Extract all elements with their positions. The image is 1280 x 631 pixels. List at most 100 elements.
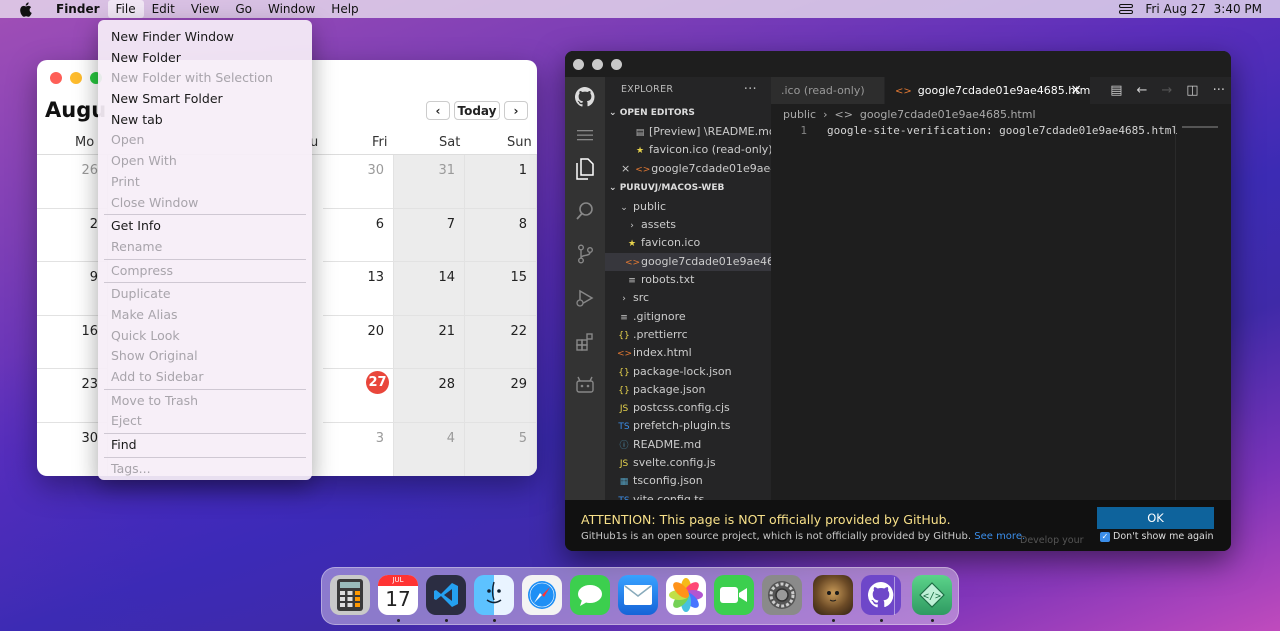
file-tree-item[interactable]: › src (605, 289, 771, 307)
messages-icon[interactable] (570, 575, 610, 615)
file-tree-item[interactable]: › assets (605, 216, 771, 234)
source-control-icon[interactable] (573, 242, 597, 266)
calendar-day-cell[interactable]: 31 (394, 155, 465, 209)
calendar-day-cell[interactable]: 7 (394, 208, 465, 263)
tab-close-icon[interactable]: × (1070, 77, 1082, 104)
github-app-icon[interactable] (861, 575, 901, 615)
file-tree-item[interactable]: ⌄ public (605, 198, 771, 216)
menu-item-new-folder[interactable]: New Folder (98, 48, 312, 69)
menu-item-find[interactable]: Find (98, 435, 312, 456)
menu-file[interactable]: File (107, 0, 144, 18)
zoom-button[interactable] (611, 59, 622, 70)
calendar-day-cell[interactable]: 3 (323, 423, 394, 476)
calendar-day-cell[interactable]: 29 (465, 369, 537, 423)
see-more-link[interactable]: See more. (974, 531, 1025, 542)
tab-google-html[interactable]: <> google7cdade01e9ae4685.html × (885, 77, 1090, 104)
github-icon[interactable] (573, 85, 597, 109)
file-tree-item[interactable]: TS prefetch-plugin.ts (605, 417, 771, 435)
close-button[interactable] (573, 59, 584, 70)
explorer-icon[interactable] (573, 157, 597, 181)
file-tree-item[interactable]: JS svelte.config.js (605, 454, 771, 472)
finder-icon[interactable] (474, 575, 514, 615)
facetime-icon[interactable] (714, 575, 754, 615)
developer-app-icon[interactable]: </> (912, 575, 952, 615)
menu-item-get-info[interactable]: Get Info (98, 216, 312, 237)
file-tree-item[interactable]: <>index.html (605, 344, 771, 362)
search-icon[interactable] (573, 199, 597, 223)
apple-icon[interactable] (17, 1, 33, 17)
calendar-day-cell[interactable]: 15 (465, 262, 537, 316)
calendar-day-cell[interactable]: 20 (323, 315, 394, 370)
code-line[interactable]: 1 google-site-verification: google7cdade0… (771, 124, 1178, 137)
calendar-day-cell[interactable]: 30 (323, 155, 394, 209)
more-actions-icon[interactable]: ··· (744, 77, 757, 103)
split-editor-icon[interactable]: ◫ (1186, 83, 1198, 98)
more-actions-icon[interactable]: ··· (1213, 83, 1225, 98)
calendar-day-cell[interactable]: 4 (394, 423, 465, 476)
calendar-day-cell[interactable]: 27 (323, 369, 394, 423)
today-button[interactable]: Today (454, 101, 500, 120)
open-editor-item[interactable]: ★ favicon.ico (read-only) (605, 141, 771, 159)
file-tree-item[interactable]: {} package.json (605, 381, 771, 399)
checkbox-checked-icon[interactable]: ✓ (1100, 531, 1110, 542)
menu-icon[interactable] (573, 123, 597, 147)
next-month-button[interactable]: › (504, 101, 528, 120)
mail-icon[interactable] (618, 575, 658, 615)
menubar-clock[interactable]: Fri Aug 27 3:40 PM (1145, 2, 1262, 16)
file-tree-item[interactable]: ▦ tsconfig.json (605, 472, 771, 490)
calendar-day-cell[interactable]: 6 (323, 208, 394, 263)
twitter-avatar-icon[interactable] (813, 575, 853, 615)
calendar-day-cell[interactable]: 5 (465, 423, 537, 476)
open-editor-item[interactable]: ▤ [Preview] \README.md (605, 123, 771, 141)
file-tree-item[interactable]: <>google7cdade01e9ae468... (605, 252, 771, 272)
calendar-day-cell[interactable]: 28 (394, 369, 465, 423)
preview-icon[interactable]: ▤ (1110, 83, 1122, 98)
control-center-icon[interactable] (1119, 3, 1134, 15)
menu-go[interactable]: Go (227, 0, 260, 18)
vscode-app-icon[interactable] (426, 575, 466, 615)
system-preferences-icon[interactable] (762, 575, 802, 615)
file-tree-item[interactable]: ⓘ README.md (605, 436, 771, 454)
minimize-button[interactable] (70, 72, 82, 84)
dont-show-checkbox[interactable]: ✓ Don't show me again (1100, 531, 1214, 542)
photos-icon[interactable] (666, 575, 706, 615)
calendar-day-cell[interactable]: 1 (465, 155, 537, 209)
calendar-day-cell[interactable]: 22 (465, 315, 537, 370)
calendar-day-cell[interactable]: 13 (323, 262, 394, 316)
file-tree-item[interactable]: ≡ robots.txt (605, 271, 771, 289)
tab-favicon[interactable]: .ico (read-only) (771, 77, 884, 104)
remote-bot-icon[interactable] (573, 373, 597, 397)
ok-button[interactable]: OK (1097, 507, 1214, 529)
close-icon[interactable]: × (621, 162, 630, 175)
menu-item-new-tab[interactable]: New tab (98, 110, 312, 131)
file-tree-item[interactable]: JS postcss.config.cjs (605, 399, 771, 417)
go-forward-icon[interactable]: → (1161, 83, 1172, 98)
run-debug-icon[interactable] (573, 286, 597, 310)
safari-icon[interactable] (522, 575, 562, 615)
close-button[interactable] (50, 72, 62, 84)
file-tree-item[interactable]: ≡ .gitignore (605, 308, 771, 326)
open-editor-item[interactable]: × <>google7cdade01e9ae4... (605, 160, 771, 178)
menu-view[interactable]: View (183, 0, 227, 18)
menu-app-name[interactable]: Finder (46, 0, 108, 18)
file-tree-item[interactable]: ★ favicon.ico (605, 234, 771, 252)
go-back-icon[interactable]: ← (1136, 83, 1147, 98)
minimap[interactable] (1175, 124, 1231, 527)
menu-item-new-finder-window[interactable]: New Finder Window (98, 27, 312, 48)
open-editors-section[interactable]: ⌄ OPEN EDITORS (605, 103, 771, 123)
calendar-day-cell[interactable]: 14 (394, 262, 465, 316)
breadcrumb[interactable]: public › <> google7cdade01e9ae4685.html (783, 108, 1036, 121)
calculator-icon[interactable] (330, 575, 370, 615)
file-tree-item[interactable]: {} .prettierrc (605, 326, 771, 344)
calendar-app-icon[interactable]: JUL 17 (378, 575, 418, 615)
calendar-day-cell[interactable]: 8 (465, 208, 537, 263)
project-section[interactable]: ⌄ PURUVJ/MACOS-WEB (605, 178, 771, 198)
extensions-icon[interactable] (573, 330, 597, 354)
menu-item-new-smart-folder[interactable]: New Smart Folder (98, 89, 312, 110)
previous-month-button[interactable]: ‹ (426, 101, 450, 120)
minimize-button[interactable] (592, 59, 603, 70)
menu-help[interactable]: Help (323, 0, 366, 18)
menu-window[interactable]: Window (260, 0, 323, 18)
file-tree-item[interactable]: {} package-lock.json (605, 363, 771, 381)
menu-edit[interactable]: Edit (144, 0, 183, 18)
